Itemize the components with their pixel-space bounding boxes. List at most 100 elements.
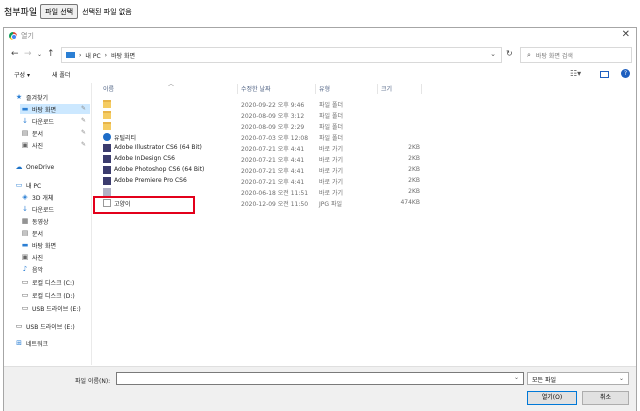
- pin-icon[interactable]: ✎: [81, 117, 86, 124]
- sidebar-item-pictures[interactable]: ▣ 사진: [20, 140, 43, 150]
- utility-icon: [103, 133, 111, 141]
- sidebar-item-usb-drive-e-root[interactable]: ▭ USB 드라이브 (E:): [14, 321, 75, 331]
- cloud-icon: ☁: [15, 163, 23, 171]
- file-modified: 2020-12-09 오전 11:50: [241, 201, 309, 208]
- file-modified: 2020-07-03 오후 12:08: [241, 135, 309, 142]
- file-row[interactable]: 2020-08-09 오후 3:12 파일 폴더: [100, 110, 425, 121]
- sidebar-item-local-disk-d[interactable]: ▭ 로컬 디스크 (D:): [20, 290, 75, 300]
- sidebar-item-label: 동영상: [32, 218, 49, 226]
- file-size: 474KB: [400, 199, 420, 206]
- address-box[interactable]: › 내 PC › 바탕 화면 ⌄: [61, 47, 502, 63]
- sidebar-item-local-disk-c[interactable]: ▭ 로컬 디스크 (C:): [20, 277, 75, 287]
- folder-icon: [103, 122, 111, 130]
- file-size: 2KB: [408, 155, 420, 162]
- file-size: 2KB: [408, 177, 420, 184]
- new-folder-button[interactable]: 새 폴더: [52, 70, 70, 79]
- recent-locations-chevron-icon[interactable]: ⌄: [37, 51, 42, 58]
- file-type: 바로 가기: [319, 168, 343, 175]
- choose-file-button[interactable]: 파일 선택: [40, 4, 79, 19]
- breadcrumb-this-pc[interactable]: 내 PC: [85, 51, 100, 60]
- sidebar-item-3d-objects[interactable]: ◈ 3D 개체: [20, 192, 53, 202]
- column-divider[interactable]: [237, 84, 238, 94]
- sidebar-item-downloads[interactable]: ↓ 다운로드: [20, 116, 54, 126]
- sidebar-item-label: 문서: [32, 130, 44, 138]
- column-type-header[interactable]: 유형: [319, 84, 330, 93]
- file-row[interactable]: Adobe Photoshop CS6 (64 Bit) 2020-07-21 …: [100, 165, 425, 176]
- breadcrumb-separator: ›: [79, 51, 82, 59]
- column-divider[interactable]: [377, 84, 378, 94]
- usb-drive-icon: ▭: [21, 304, 29, 312]
- computer-icon: ▭: [15, 181, 23, 189]
- file-row[interactable]: 유틸리티 2020-07-03 오후 12:08 파일 폴더: [100, 132, 425, 143]
- refresh-icon[interactable]: ↻: [506, 49, 513, 58]
- sidebar-item-documents-pc[interactable]: ▤ 문서: [20, 228, 43, 238]
- forward-arrow-icon[interactable]: →: [24, 49, 32, 59]
- close-icon[interactable]: ✕: [622, 29, 630, 40]
- pin-icon[interactable]: ✎: [81, 129, 86, 136]
- chevron-down-icon[interactable]: ⌄: [490, 50, 496, 58]
- back-arrow-icon[interactable]: ←: [11, 49, 19, 59]
- highlight-annotation-box: [93, 196, 195, 214]
- sidebar-item-network[interactable]: ⊞ 네트워크: [14, 338, 48, 348]
- file-name: Adobe Premiere Pro CS6: [114, 177, 187, 184]
- sidebar-item-label: 다운로드: [32, 206, 55, 214]
- up-arrow-icon[interactable]: ↑: [47, 49, 55, 59]
- cancel-button[interactable]: 취소: [582, 391, 629, 405]
- picture-icon: ▣: [21, 253, 29, 261]
- preview-pane-icon[interactable]: [600, 71, 609, 78]
- sidebar-item-this-pc[interactable]: ▭ 내 PC: [14, 180, 42, 190]
- file-size: 2KB: [408, 188, 420, 195]
- sidebar-item-onedrive[interactable]: ☁ OneDrive: [14, 162, 55, 172]
- file-modified: 2020-07-21 오후 4:41: [241, 157, 305, 164]
- sidebar-item-quick-access[interactable]: ★ 즐겨찾기: [14, 92, 48, 102]
- breadcrumb-separator: ›: [104, 51, 108, 59]
- sidebar-item-desktop-pc[interactable]: ▬ 바탕 화면: [20, 240, 56, 250]
- sidebar-item-label: OneDrive: [26, 163, 55, 171]
- sidebar-item-videos[interactable]: ▦ 동영상: [20, 216, 49, 226]
- drive-icon: ▭: [21, 278, 29, 286]
- filetype-select[interactable]: 모든 파일 ⌄: [527, 372, 629, 385]
- help-icon[interactable]: ?: [621, 69, 630, 78]
- chevron-down-icon: ⌄: [618, 375, 624, 382]
- column-divider[interactable]: [315, 84, 316, 94]
- breadcrumb-desktop[interactable]: 바탕 화면: [111, 51, 135, 60]
- dialog-title: 열기: [21, 32, 34, 40]
- open-button[interactable]: 열기(O): [527, 391, 577, 405]
- column-name-header[interactable]: 이름: [103, 84, 114, 93]
- sidebar-item-music[interactable]: ♪ 음악: [20, 264, 43, 274]
- sidebar-item-usb-drive-e[interactable]: ▭ USB 드라이브 (E:): [20, 303, 81, 313]
- dialog-footer: 파일 이름(N): ⌄ 모든 파일 ⌄ 열기(O) 취소: [4, 366, 636, 411]
- file-row[interactable]: Adobe Illustrator CS6 (64 Bit) 2020-07-2…: [100, 143, 425, 154]
- file-modified: 2020-06-18 오전 11:51: [241, 190, 309, 197]
- sidebar-item-downloads-pc[interactable]: ↓ 다운로드: [20, 204, 54, 214]
- file-type: 파일 폴더: [319, 113, 343, 120]
- pin-icon[interactable]: ✎: [81, 141, 86, 148]
- file-size: 2KB: [408, 144, 420, 151]
- file-modified: 2020-07-21 오후 4:41: [241, 146, 305, 153]
- column-size-header[interactable]: 크기: [381, 84, 392, 93]
- file-row[interactable]: 2020-08-09 오후 2:29 파일 폴더: [100, 121, 425, 132]
- chrome-icon: [9, 32, 17, 40]
- file-name: Adobe InDesign CS6: [114, 155, 175, 162]
- view-options-icon[interactable]: ☷▾: [570, 69, 581, 78]
- search-input[interactable]: ⌕ 바탕 화면 검색: [520, 47, 632, 63]
- chevron-down-icon[interactable]: ⌄: [514, 374, 519, 381]
- file-modified: 2020-08-09 오후 2:29: [241, 124, 305, 131]
- file-row[interactable]: Adobe Premiere Pro CS6 2020-07-21 오후 4:4…: [100, 176, 425, 187]
- sidebar-item-desktop[interactable]: ▬ 바탕 화면: [20, 104, 90, 114]
- sidebar-item-label: USB 드라이브 (E:): [26, 323, 75, 331]
- search-icon: ⌕: [527, 50, 531, 59]
- pin-icon[interactable]: ✎: [81, 105, 86, 112]
- filename-input[interactable]: [116, 372, 524, 385]
- organize-menu-button[interactable]: 구성 ▾: [14, 70, 30, 79]
- file-row[interactable]: Adobe InDesign CS6 2020-07-21 오후 4:41 바로…: [100, 154, 425, 165]
- dialog-titlebar: 열기 ✕: [4, 28, 636, 44]
- sidebar-item-pictures-pc[interactable]: ▣ 사진: [20, 252, 43, 262]
- file-type: 바로 가기: [319, 146, 343, 153]
- file-modified: 2020-09-22 오후 9:46: [241, 102, 305, 109]
- file-row[interactable]: 2020-09-22 오후 9:46 파일 폴더: [100, 99, 425, 110]
- column-modified-header[interactable]: 수정한 날짜: [241, 84, 271, 93]
- sidebar-item-label: 문서: [32, 230, 44, 238]
- column-divider[interactable]: [421, 84, 422, 94]
- sidebar-item-documents[interactable]: ▤ 문서: [20, 128, 43, 138]
